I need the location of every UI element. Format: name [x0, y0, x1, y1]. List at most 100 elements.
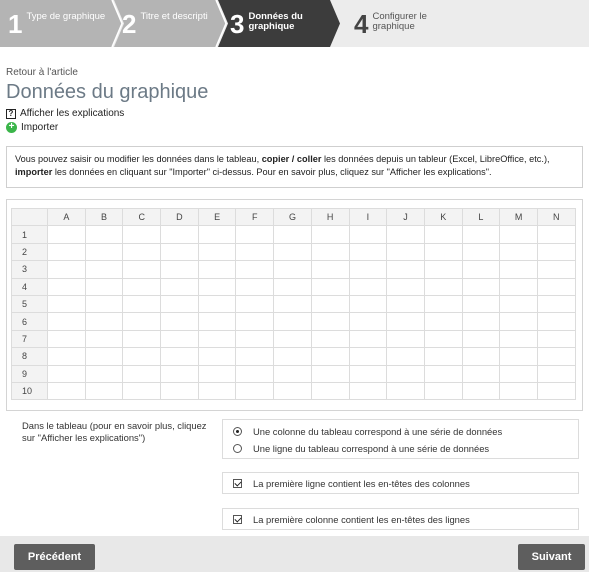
back-to-article-link[interactable]: Retour à l'article: [6, 67, 78, 78]
grid-cell[interactable]: [423, 277, 463, 296]
row-header[interactable]: 3: [11, 260, 48, 279]
grid-cell[interactable]: [235, 312, 275, 331]
grid-cell[interactable]: [423, 312, 463, 331]
grid-cell[interactable]: [122, 329, 162, 349]
grid-cell[interactable]: [348, 242, 388, 262]
grid-cell[interactable]: [499, 364, 538, 383]
grid-cell[interactable]: [310, 294, 350, 314]
wizard-step-2[interactable]: 2 Titre et descripti: [122, 0, 208, 47]
previous-button[interactable]: Précédent: [14, 544, 95, 570]
row-header[interactable]: 1: [11, 225, 48, 244]
grid-cell[interactable]: [197, 329, 237, 349]
grid-cell[interactable]: [386, 294, 425, 314]
grid-cell[interactable]: [461, 347, 501, 366]
grid-cell[interactable]: [84, 347, 124, 366]
column-header[interactable]: L: [461, 207, 501, 227]
grid-cell[interactable]: [536, 347, 576, 366]
grid-cell[interactable]: [197, 312, 237, 331]
grid-cell[interactable]: [423, 329, 463, 349]
grid-cell[interactable]: [160, 294, 199, 314]
grid-cell[interactable]: [499, 277, 538, 296]
grid-cell[interactable]: [536, 242, 576, 262]
grid-cell[interactable]: [197, 381, 237, 401]
grid-cell[interactable]: [47, 242, 86, 262]
wizard-step-4[interactable]: 4 Configurer le graphique: [354, 0, 427, 47]
grid-cell[interactable]: [499, 260, 538, 279]
grid-cell[interactable]: [47, 364, 86, 383]
grid-cell[interactable]: [160, 381, 199, 401]
column-header[interactable]: F: [235, 207, 275, 227]
column-header[interactable]: G: [273, 207, 312, 227]
grid-cell[interactable]: [461, 329, 501, 349]
grid-cell[interactable]: [310, 225, 350, 244]
grid-cell[interactable]: [461, 312, 501, 331]
grid-cell[interactable]: [386, 364, 425, 383]
grid-cell[interactable]: [348, 381, 388, 401]
grid-cell[interactable]: [423, 242, 463, 262]
grid-cell[interactable]: [273, 242, 312, 262]
grid-cell[interactable]: [499, 381, 538, 401]
column-header[interactable]: A: [47, 207, 86, 227]
grid-cell[interactable]: [348, 260, 388, 279]
grid-cell[interactable]: [47, 277, 86, 296]
column-header[interactable]: H: [310, 207, 350, 227]
radio-row-series[interactable]: Une ligne du tableau correspond à une sé…: [223, 440, 578, 457]
grid-cell[interactable]: [310, 242, 350, 262]
grid-cell[interactable]: [423, 364, 463, 383]
grid-cell[interactable]: [536, 381, 576, 401]
grid-cell[interactable]: [122, 242, 162, 262]
radio-button[interactable]: [233, 444, 242, 453]
grid-cell[interactable]: [348, 347, 388, 366]
row-header[interactable]: 8: [11, 347, 48, 366]
grid-cell[interactable]: [310, 381, 350, 401]
grid-cell[interactable]: [197, 242, 237, 262]
grid-cell[interactable]: [84, 312, 124, 331]
grid-cell[interactable]: [423, 347, 463, 366]
grid-cell[interactable]: [160, 347, 199, 366]
row-header[interactable]: 9: [11, 364, 48, 383]
row-header[interactable]: 10: [11, 381, 48, 401]
grid-cell[interactable]: [84, 277, 124, 296]
grid-cell[interactable]: [160, 277, 199, 296]
row-header[interactable]: 6: [11, 312, 48, 331]
grid-cell[interactable]: [235, 347, 275, 366]
grid-cell[interactable]: [235, 364, 275, 383]
row-header[interactable]: 5: [11, 294, 48, 314]
grid-cell[interactable]: [273, 277, 312, 296]
grid-cell[interactable]: [122, 225, 162, 244]
grid-cell[interactable]: [273, 260, 312, 279]
grid-cell[interactable]: [197, 277, 237, 296]
grid-cell[interactable]: [84, 225, 124, 244]
grid-cell[interactable]: [386, 277, 425, 296]
wizard-step-1[interactable]: 1 Type de graphique: [8, 0, 105, 47]
grid-cell[interactable]: [47, 329, 86, 349]
grid-cell[interactable]: [348, 312, 388, 331]
grid-cell[interactable]: [273, 329, 312, 349]
grid-cell[interactable]: [197, 260, 237, 279]
grid-cell[interactable]: [461, 242, 501, 262]
grid-cell[interactable]: [47, 312, 86, 331]
radio-button[interactable]: [233, 427, 242, 436]
grid-cell[interactable]: [84, 260, 124, 279]
grid-cell[interactable]: [197, 347, 237, 366]
column-header[interactable]: I: [348, 207, 388, 227]
grid-cell[interactable]: [461, 364, 501, 383]
grid-cell[interactable]: [386, 329, 425, 349]
grid-cell[interactable]: [348, 277, 388, 296]
grid-cell[interactable]: [197, 364, 237, 383]
column-header[interactable]: N: [536, 207, 576, 227]
grid-cell[interactable]: [84, 294, 124, 314]
grid-cell[interactable]: [122, 381, 162, 401]
grid-cell[interactable]: [386, 347, 425, 366]
grid-cell[interactable]: [536, 364, 576, 383]
grid-cell[interactable]: [386, 312, 425, 331]
grid-cell[interactable]: [499, 329, 538, 349]
column-header[interactable]: M: [499, 207, 538, 227]
column-header[interactable]: E: [197, 207, 237, 227]
grid-cell[interactable]: [423, 260, 463, 279]
show-explanations-link[interactable]: ? Afficher les explications: [6, 108, 124, 119]
grid-cell[interactable]: [423, 225, 463, 244]
grid-cell[interactable]: [273, 294, 312, 314]
grid-cell[interactable]: [122, 364, 162, 383]
grid-cell[interactable]: [348, 329, 388, 349]
